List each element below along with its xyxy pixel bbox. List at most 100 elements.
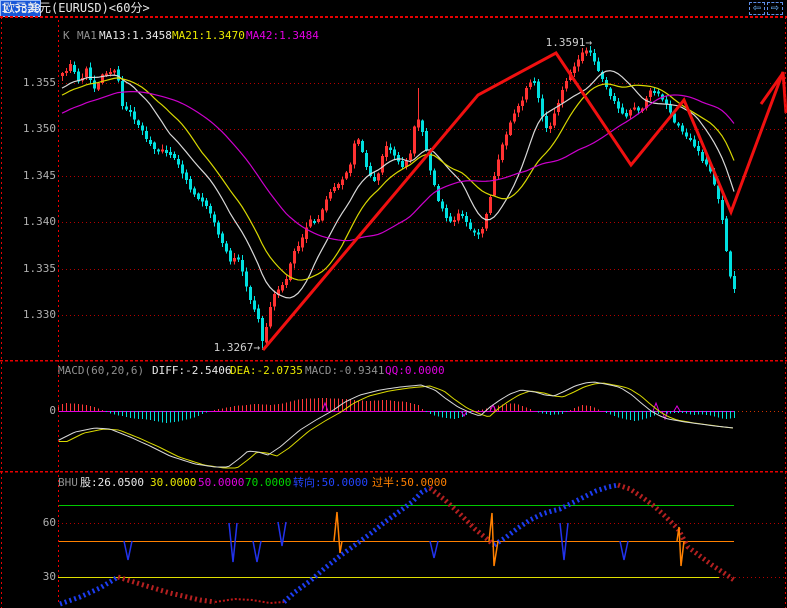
candle-body — [97, 83, 100, 90]
legend-bhu-30: 30.0000 — [150, 476, 197, 489]
candle-body — [273, 294, 276, 307]
arrow-left-icon: ⇦ — [752, 3, 762, 14]
macd-diff-line — [57, 381, 734, 468]
legend-macd-params: MACD(60,20,6) — [58, 364, 145, 377]
bhu-curve-blue — [59, 574, 120, 607]
legend-diff: DIFF:-2.5406 — [152, 364, 232, 377]
candle-body — [469, 222, 472, 229]
legend-ma13: MA13:1.3458 — [99, 29, 172, 42]
candle-body — [201, 197, 204, 202]
candle-body — [473, 230, 476, 233]
bhu-orange-spike — [333, 511, 343, 554]
candle-body — [725, 218, 728, 251]
candle-body — [241, 259, 244, 272]
candle-body — [237, 257, 240, 260]
bhu-curve-red — [428, 486, 496, 547]
price-tick: 1.335 — [22, 262, 56, 275]
candle-body — [553, 113, 556, 126]
price-tick: 1.330 — [22, 308, 56, 321]
candle-body — [301, 237, 304, 248]
candle-body — [557, 103, 560, 112]
candle-body — [493, 175, 496, 196]
candle-body — [377, 173, 380, 181]
price-tick: 1.355 — [22, 76, 56, 89]
candle-body — [109, 71, 112, 75]
candle-body — [121, 80, 124, 107]
bhu-tick-30: 30 — [42, 570, 56, 583]
candle-body — [721, 200, 724, 220]
bhu-blue-spike — [123, 540, 133, 561]
candle-body — [245, 271, 248, 287]
candle-body — [609, 88, 612, 96]
candle-body — [501, 144, 504, 161]
candle-body — [441, 201, 444, 209]
legend-bhu: BHU — [58, 476, 78, 489]
candle-body — [229, 250, 232, 262]
candle-body — [617, 101, 620, 109]
candle-body — [561, 89, 564, 103]
candle-body — [325, 199, 328, 211]
bhu-blue-spike — [228, 522, 238, 563]
scroll-left-button[interactable]: ⇦ — [749, 2, 765, 15]
candle-body — [489, 196, 492, 213]
candle-body — [281, 285, 284, 291]
arrow-right-icon: ⇨ — [770, 3, 780, 14]
legend-dea: DEA:-2.0735 — [230, 364, 303, 377]
window-title: 欧元美元(EURUSD)<60分> — [3, 1, 150, 15]
candle-body — [545, 115, 548, 128]
candle-body — [129, 109, 132, 112]
candle-body — [733, 275, 736, 289]
candle-body — [321, 209, 324, 221]
candle-body — [401, 161, 404, 168]
zigzag-line — [261, 51, 787, 351]
candle-body — [669, 105, 672, 113]
candle-body — [633, 107, 636, 110]
candle-body — [461, 213, 464, 216]
candle-body — [541, 98, 544, 117]
scroll-right-button[interactable]: ⇨ — [767, 2, 783, 15]
bhu-curve-red — [617, 482, 736, 583]
chart-canvas[interactable] — [0, 0, 787, 608]
candle-body — [193, 188, 196, 195]
candle-body — [73, 64, 76, 73]
candle-body — [697, 145, 700, 152]
candle-body — [293, 251, 296, 264]
candle-body — [177, 159, 180, 165]
candle-body — [337, 183, 340, 189]
candle-body — [657, 91, 660, 94]
candle-body — [413, 126, 416, 154]
candle-body — [165, 149, 168, 153]
candle-body — [157, 149, 160, 152]
candle-body — [333, 187, 336, 191]
candle-body — [677, 123, 680, 126]
candle-body — [549, 126, 552, 130]
legend-macd-value: MACD:-0.9341 — [305, 364, 385, 377]
candle-body — [317, 218, 320, 223]
candle-body — [565, 81, 568, 89]
ma42-line — [61, 91, 735, 242]
bhu-blue-spike — [429, 540, 439, 559]
candle-body — [133, 111, 136, 120]
candle-body — [689, 137, 692, 140]
candle-body — [345, 172, 348, 179]
candle-body — [705, 159, 708, 165]
candle-body — [357, 139, 360, 145]
candle-body — [313, 220, 316, 223]
candle-body — [485, 214, 488, 229]
candle-body — [269, 306, 272, 327]
candle-body — [205, 200, 208, 207]
candle-body — [197, 193, 200, 199]
candle-body — [213, 214, 216, 223]
candle-body — [285, 278, 288, 285]
candle-body — [425, 130, 428, 150]
low-annotation: 1.3267→ — [213, 341, 260, 354]
candle-body — [221, 233, 224, 243]
legend-qq: QQ:0.0000 — [385, 364, 445, 377]
candle-body — [209, 205, 212, 214]
candle-body — [573, 66, 576, 73]
candle-body — [585, 50, 588, 54]
candle-body — [381, 156, 384, 173]
candle-body — [465, 215, 468, 223]
price-tick: 1.345 — [22, 169, 56, 182]
candle-body — [433, 170, 436, 186]
